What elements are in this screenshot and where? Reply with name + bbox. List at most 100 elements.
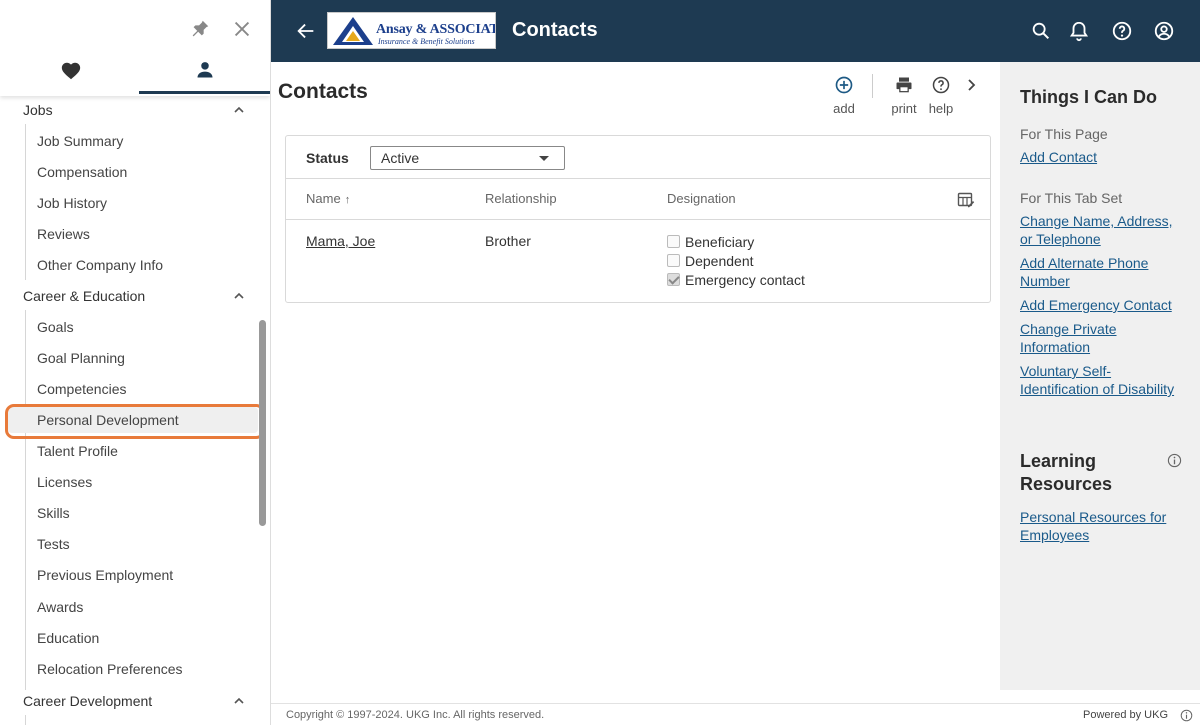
bell-icon[interactable] — [1068, 20, 1090, 42]
dropdown-caret-icon — [539, 156, 549, 161]
checkbox-label: Dependent — [685, 252, 754, 269]
designation-emergency-contact[interactable]: Emergency contact — [667, 270, 805, 289]
sidebar-item-label: Other Company Info — [37, 257, 164, 273]
sidebar-item-talent-profile[interactable]: Talent Profile — [37, 438, 257, 464]
add-label: add — [833, 101, 855, 116]
close-icon[interactable] — [231, 18, 253, 40]
top-bar: Ansay & ASSOCIATES Insurance & Benefit S… — [271, 0, 1200, 62]
info-icon[interactable] — [1180, 709, 1193, 722]
voluntary-self-id-link[interactable]: Voluntary Self-Identification of Disabil… — [1020, 362, 1182, 398]
add-alternate-phone-link[interactable]: Add Alternate Phone Number — [1020, 254, 1182, 290]
sidebar-item-label: Previous Employment — [37, 567, 174, 583]
copyright-text: Copyright © 1997-2024. UKG Inc. All righ… — [286, 709, 545, 721]
learning-resources-title: Learning Resources — [1020, 451, 1113, 494]
sidebar-item-label: Goals — [37, 319, 74, 335]
contact-name-link[interactable]: Mama, Joe — [306, 233, 375, 249]
beneficiary-checkbox[interactable] — [667, 235, 680, 248]
sidebar-item-competencies[interactable]: Competencies — [37, 376, 257, 402]
sidebar-item-compensation[interactable]: Compensation — [37, 159, 257, 185]
sidebar-item-label: Goal Planning — [37, 350, 125, 366]
powered-by-text: Powered by UKG — [1083, 709, 1168, 721]
sidebar-item-other-company-info[interactable]: Other Company Info — [37, 252, 257, 278]
change-private-info-link[interactable]: Change Private Information — [1020, 320, 1182, 356]
company-logo[interactable]: Ansay & ASSOCIATES Insurance & Benefit S… — [327, 12, 496, 49]
chevron-up-icon — [234, 697, 244, 704]
sidebar-group-career-development[interactable]: Career Development — [23, 688, 253, 714]
tree-line — [25, 310, 26, 690]
back-arrow-icon[interactable] — [295, 20, 317, 42]
add-button[interactable]: add — [824, 75, 864, 116]
add-contact-link[interactable]: Add Contact — [1020, 148, 1182, 166]
contacts-table-card: Status Active Name ↑ Relationship Designa… — [285, 135, 991, 303]
dependent-checkbox[interactable] — [667, 254, 680, 267]
sidebar-group-label: Career Development — [23, 693, 153, 709]
print-button[interactable]: print — [884, 75, 924, 116]
sidebar-item-goal-planning[interactable]: Goal Planning — [37, 345, 257, 371]
column-name-label: Name — [306, 191, 341, 206]
help-icon[interactable] — [1111, 20, 1133, 42]
add-circle-icon — [835, 76, 853, 94]
sidebar-group-label: Jobs — [23, 102, 53, 118]
sidebar-group-jobs[interactable]: Jobs — [23, 97, 253, 123]
status-select-value: Active — [381, 150, 420, 166]
help-label: help — [928, 101, 954, 116]
designation-dependent[interactable]: Dependent — [667, 251, 754, 270]
sidebar-item-licenses[interactable]: Licenses — [37, 469, 257, 495]
sidebar-item-label: Relocation Preferences — [37, 661, 183, 677]
sidebar-item-label: Compensation — [37, 164, 128, 180]
pin-icon[interactable] — [189, 18, 211, 40]
info-icon[interactable] — [1167, 453, 1182, 468]
logo-text: Ansay & ASSOCIATES — [376, 22, 495, 37]
sidebar-item-reviews[interactable]: Reviews — [37, 221, 257, 247]
sidebar-item-relocation-preferences[interactable]: Relocation Preferences — [37, 656, 257, 682]
chevron-up-icon — [234, 292, 244, 299]
sidebar: Jobs Job Summary Compensation Job Histor… — [0, 0, 271, 725]
table-header: Name ↑ Relationship Designation — [286, 178, 990, 220]
sidebar-item-label: Licenses — [37, 474, 93, 490]
sidebar-scrollbar[interactable] — [259, 320, 266, 526]
tab-myself[interactable] — [139, 56, 270, 94]
search-icon[interactable] — [1030, 20, 1052, 42]
sidebar-item-goals[interactable]: Goals — [37, 314, 257, 340]
sidebar-item-tests[interactable]: Tests — [37, 531, 257, 557]
sidebar-item-label: Talent Profile — [37, 443, 118, 459]
change-name-address-link[interactable]: Change Name, Address, or Telephone — [1020, 212, 1182, 248]
checkbox-label: Emergency contact — [685, 271, 805, 288]
sidebar-item-previous-employment[interactable]: Previous Employment — [37, 562, 257, 588]
sidebar-item-skills[interactable]: Skills — [37, 500, 257, 526]
designation-beneficiary[interactable]: Beneficiary — [667, 232, 754, 251]
header-title: Contacts — [512, 19, 598, 41]
column-header-relationship[interactable]: Relationship — [485, 191, 557, 206]
emergency-contact-checkbox[interactable] — [667, 273, 680, 286]
sidebar-group-career-education[interactable]: Career & Education — [23, 283, 253, 309]
column-header-name[interactable]: Name ↑ — [306, 191, 350, 206]
status-label: Status — [306, 150, 349, 166]
personal-resources-link[interactable]: Personal Resources for Employees — [1020, 508, 1182, 544]
main-content: Contacts add print help Status Active Na… — [271, 62, 1000, 702]
checkbox-label: Beneficiary — [685, 233, 755, 250]
sidebar-item-awards[interactable]: Awards — [37, 594, 257, 620]
sidebar-item-label: Job History — [37, 195, 108, 211]
chevron-up-icon — [234, 106, 244, 113]
things-i-can-do-title: Things I Can Do — [1020, 87, 1157, 107]
status-select[interactable]: Active — [370, 146, 565, 170]
sidebar-item-job-history[interactable]: Job History — [37, 190, 257, 216]
sidebar-item-label: Competencies — [37, 381, 127, 397]
question-icon — [932, 76, 950, 94]
chevron-right-icon[interactable] — [964, 76, 980, 94]
page-title: Contacts — [278, 80, 368, 103]
tab-favorites[interactable] — [5, 56, 136, 94]
contact-relationship: Brother — [485, 233, 531, 249]
sidebar-item-job-summary[interactable]: Job Summary — [37, 128, 257, 154]
sidebar-item-education[interactable]: Education — [37, 625, 257, 651]
add-emergency-contact-link[interactable]: Add Emergency Contact — [1020, 296, 1182, 314]
column-header-designation[interactable]: Designation — [667, 191, 736, 206]
help-button[interactable]: help — [921, 75, 961, 116]
highlight-ring — [5, 404, 265, 439]
heart-icon — [60, 60, 82, 85]
for-this-page-label: For This Page — [1020, 126, 1108, 142]
user-account-icon[interactable] — [1153, 20, 1175, 42]
column-settings-icon[interactable] — [957, 191, 975, 209]
sidebar-item-label: Reviews — [37, 226, 90, 242]
footer: Copyright © 1997-2024. UKG Inc. All righ… — [271, 703, 1200, 725]
